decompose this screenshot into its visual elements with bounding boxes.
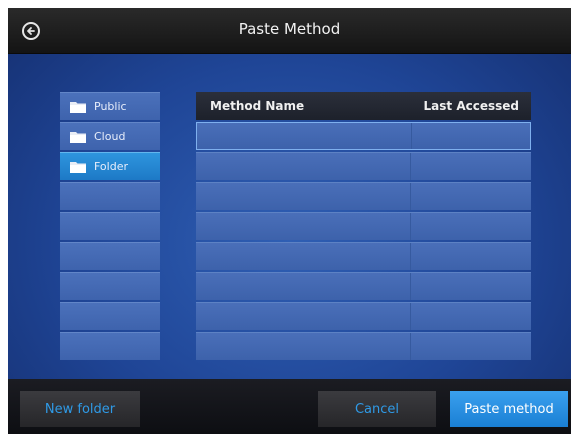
new-folder-button[interactable]: New folder [20,391,140,427]
sidebar-empty-slot [60,242,160,270]
sidebar-item-cloud[interactable]: Cloud [60,122,160,150]
sidebar-empty-slot [60,302,160,330]
sidebar-item-public[interactable]: Public [60,92,160,120]
sidebar-item-label: Folder [94,160,128,173]
sidebar-empty-slot [60,212,160,240]
table-header: Method Name Last Accessed [196,92,531,120]
sidebar-item-label: Public [94,100,127,113]
table-row[interactable] [196,122,531,150]
page-title: Paste Method [238,20,341,38]
folder-icon [70,101,86,113]
table-row[interactable] [196,152,531,180]
table-row[interactable] [196,182,531,210]
sidebar-item-label: Cloud [94,130,126,143]
table-row[interactable] [196,332,531,360]
sidebar-empty-slot [60,332,160,360]
sidebar-empty-slot [60,272,160,300]
bottom-toolbar: New folder Cancel Paste method [8,379,571,434]
method-table: Method Name Last Accessed [196,92,531,360]
column-header-last-accessed[interactable]: Last Accessed [411,99,531,113]
table-row[interactable] [196,302,531,330]
folder-icon [70,131,86,143]
sidebar-item-folder[interactable]: Folder [60,152,160,180]
table-row[interactable] [196,212,531,240]
sidebar-empty-slot [60,182,160,210]
folder-list: Public Cloud Folder [60,92,160,362]
title-bar: Paste Method [8,8,571,54]
table-row[interactable] [196,242,531,270]
table-row[interactable] [196,272,531,300]
app-screen: Paste Method Public Cloud Folder Method … [8,8,571,434]
folder-icon [70,161,86,173]
column-header-method-name[interactable]: Method Name [196,99,411,113]
cancel-button[interactable]: Cancel [318,391,436,427]
paste-method-button[interactable]: Paste method [450,391,568,427]
